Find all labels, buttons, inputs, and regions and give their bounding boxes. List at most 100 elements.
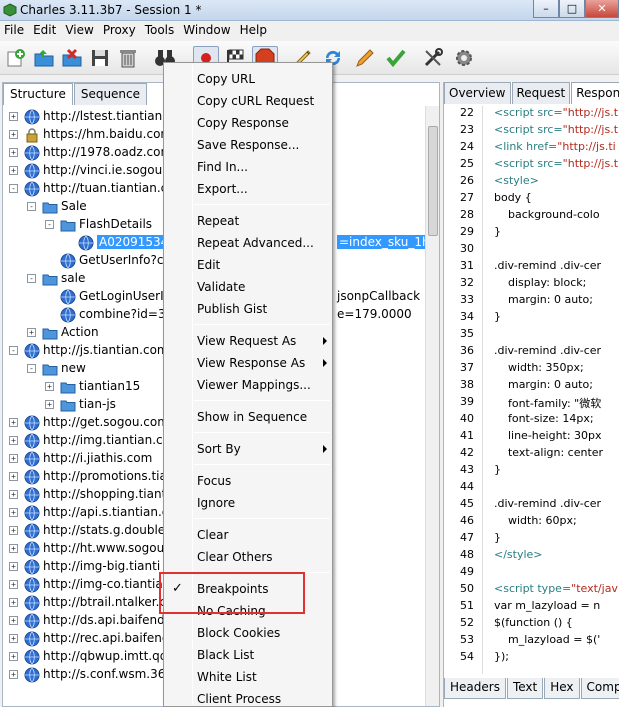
- expand-toggle[interactable]: +: [45, 382, 54, 391]
- menu-tools[interactable]: Tools: [141, 21, 180, 41]
- close-button[interactable]: ✕: [585, 0, 619, 18]
- collapse-toggle[interactable]: -: [27, 274, 36, 283]
- edit-button[interactable]: [352, 46, 378, 70]
- menu-item-copy-curl-request[interactable]: Copy cURL Request: [197, 94, 314, 114]
- expand-toggle[interactable]: +: [9, 634, 18, 643]
- menu-item-block-cookies[interactable]: Block Cookies: [197, 626, 280, 646]
- expand-toggle[interactable]: +: [9, 436, 18, 445]
- tab-compressed[interactable]: Compre: [580, 678, 619, 699]
- menu-item-publish-gist[interactable]: Publish Gist: [197, 302, 267, 322]
- clear-session-button[interactable]: [115, 46, 141, 70]
- menu-item-ignore[interactable]: Ignore: [197, 496, 235, 516]
- menu-file[interactable]: File: [0, 21, 29, 41]
- tree-node-label: A02091534: [97, 235, 171, 249]
- menu-item-view-request-as[interactable]: View Request As: [197, 334, 327, 354]
- line-number: 29: [460, 225, 474, 238]
- menu-item-clear-others[interactable]: Clear Others: [197, 550, 273, 570]
- globe-icon: [78, 235, 94, 251]
- expand-toggle[interactable]: +: [9, 616, 18, 625]
- tree-node-label: https://hm.baidu.con: [43, 127, 169, 141]
- line-number: 48: [460, 548, 474, 561]
- expand-toggle[interactable]: +: [9, 544, 18, 553]
- menu-item-edit[interactable]: Edit: [197, 258, 220, 278]
- tab-hex[interactable]: Hex: [544, 678, 580, 699]
- folder-icon: [60, 379, 76, 395]
- minimize-button[interactable]: –: [533, 0, 559, 18]
- collapse-toggle[interactable]: -: [27, 364, 36, 373]
- close-session-button[interactable]: [59, 46, 85, 70]
- menu-item-label: Clear: [197, 528, 229, 542]
- tab-sequence[interactable]: Sequence: [73, 83, 148, 105]
- menu-window[interactable]: Window: [179, 21, 235, 41]
- collapse-toggle[interactable]: -: [45, 220, 54, 229]
- expand-toggle[interactable]: +: [9, 526, 18, 535]
- line-number: 54: [460, 650, 474, 663]
- tree-node-label: http://lstest.tiantian.c: [43, 109, 173, 123]
- collapse-toggle[interactable]: -: [27, 202, 36, 211]
- expand-toggle[interactable]: +: [9, 562, 18, 571]
- expand-toggle[interactable]: +: [27, 328, 36, 337]
- line-number: 33: [460, 293, 474, 306]
- menu-item-repeat-advanced[interactable]: Repeat Advanced...: [197, 236, 314, 256]
- line-number: 41: [460, 429, 474, 442]
- open-session-button[interactable]: [31, 46, 57, 70]
- menu-item-sort-by[interactable]: Sort By: [197, 442, 327, 462]
- menu-item-validate[interactable]: Validate: [197, 280, 245, 300]
- expand-toggle[interactable]: +: [9, 670, 18, 679]
- expand-toggle[interactable]: +: [9, 130, 18, 139]
- expand-toggle[interactable]: +: [9, 580, 18, 589]
- expand-toggle[interactable]: +: [9, 112, 18, 121]
- expand-toggle[interactable]: +: [9, 148, 18, 157]
- menu-item-white-list[interactable]: White List: [197, 670, 257, 690]
- maximize-button[interactable]: □: [559, 0, 585, 18]
- expand-toggle[interactable]: +: [9, 508, 18, 517]
- tree-node-label: http://stats.g.double: [43, 523, 166, 537]
- menu-proxy[interactable]: Proxy: [99, 21, 141, 41]
- validate-button[interactable]: [383, 46, 409, 70]
- menu-item-show-in-sequence[interactable]: Show in Sequence: [197, 410, 307, 430]
- menu-item-focus[interactable]: Focus: [197, 474, 231, 494]
- expand-toggle[interactable]: +: [9, 418, 18, 427]
- tab-text[interactable]: Text: [506, 678, 544, 699]
- tree-scrollbar[interactable]: [425, 106, 439, 706]
- response-body-viewer[interactable]: 22 <script src="http://js.t 23 <script src=…: [444, 106, 619, 674]
- expand-toggle[interactable]: +: [9, 652, 18, 661]
- menu-item-save-response[interactable]: Save Response...: [197, 138, 299, 158]
- new-session-button[interactable]: [3, 46, 29, 70]
- menu-view[interactable]: View: [61, 21, 98, 41]
- tree-node-label: http://img.tiantian.co: [43, 433, 170, 447]
- menu-item-viewer-mappings[interactable]: Viewer Mappings...: [197, 378, 311, 398]
- menu-separator: [194, 432, 330, 433]
- menu-item-black-list[interactable]: Black List: [197, 648, 254, 668]
- code-text: display: block;: [480, 276, 587, 289]
- tab-request[interactable]: Request: [511, 82, 571, 104]
- menu-item-find-in[interactable]: Find In...: [197, 160, 248, 180]
- menu-item-clear[interactable]: Clear: [197, 528, 228, 548]
- menu-item-copy-response[interactable]: Copy Response: [197, 116, 289, 136]
- expand-toggle[interactable]: +: [9, 490, 18, 499]
- menu-item-repeat[interactable]: Repeat: [197, 214, 239, 234]
- menu-help[interactable]: Help: [236, 21, 272, 41]
- tab-structure[interactable]: Structure: [3, 83, 73, 105]
- tools-button[interactable]: [420, 46, 446, 70]
- expand-toggle[interactable]: +: [9, 598, 18, 607]
- expand-toggle[interactable]: +: [9, 472, 18, 481]
- menu-item-view-response-as[interactable]: View Response As: [197, 356, 327, 376]
- tree-node-label: Action: [61, 325, 99, 339]
- menu-edit[interactable]: Edit: [29, 21, 61, 41]
- expand-toggle[interactable]: +: [9, 166, 18, 175]
- expand-toggle[interactable]: +: [9, 454, 18, 463]
- tab-overview[interactable]: Overview: [444, 82, 511, 104]
- menu-item-export[interactable]: Export...: [197, 182, 248, 202]
- tab-headers[interactable]: Headers: [444, 678, 506, 699]
- tab-response[interactable]: Respons: [571, 82, 619, 104]
- menu-item-label: Validate: [197, 280, 246, 294]
- menu-item-client-process[interactable]: Client Process: [197, 692, 281, 706]
- expand-toggle[interactable]: +: [45, 400, 54, 409]
- save-button[interactable]: [87, 46, 113, 70]
- code-text: background-colo: [480, 208, 600, 221]
- menu-item-copy-url[interactable]: Copy URL: [197, 72, 255, 92]
- collapse-toggle[interactable]: -: [9, 184, 18, 193]
- collapse-toggle[interactable]: -: [9, 346, 18, 355]
- settings-button[interactable]: [451, 46, 477, 70]
